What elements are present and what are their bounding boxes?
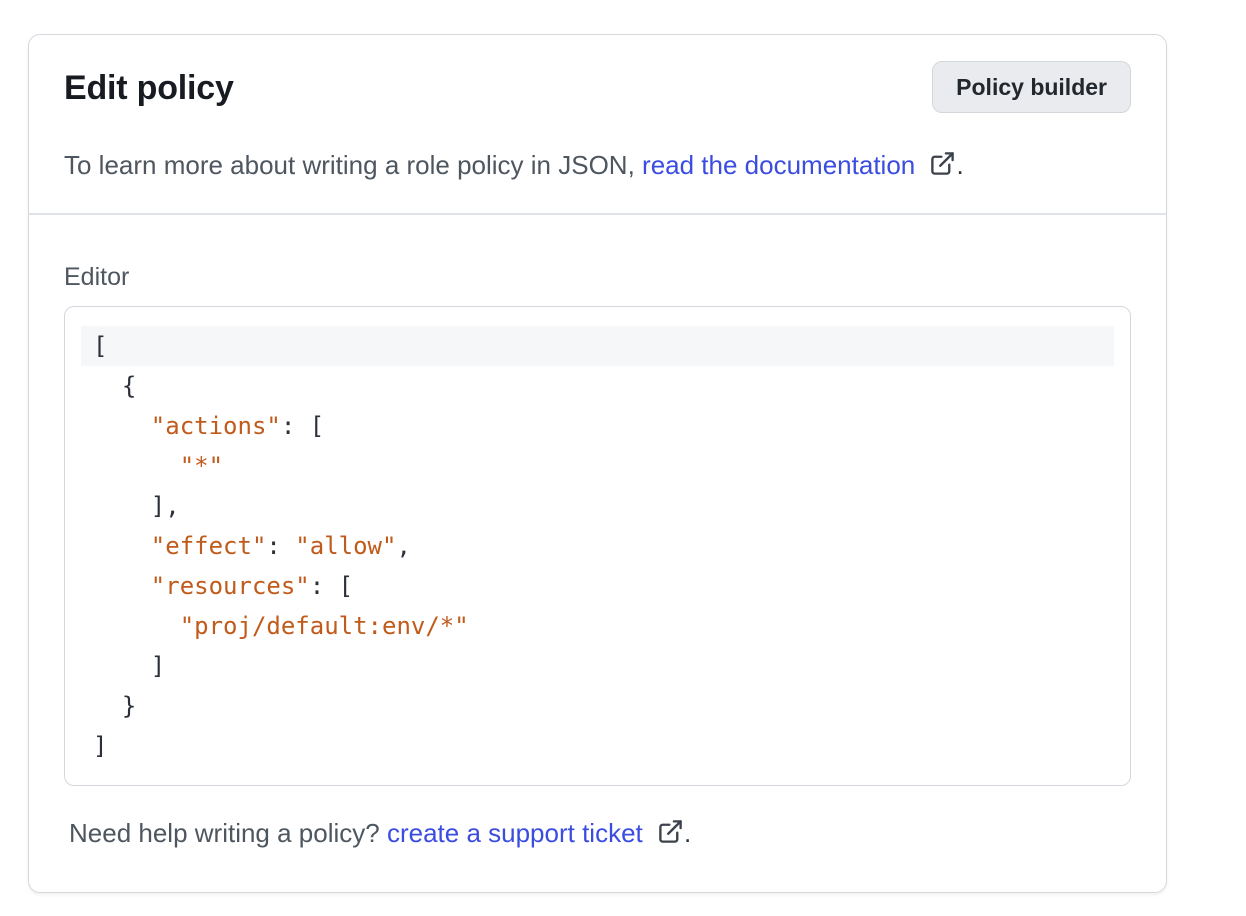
code-token-punct [93, 572, 151, 600]
subtitle-period: . [956, 150, 963, 180]
support-ticket-link[interactable]: create a support ticket [387, 818, 643, 848]
code-line: ], [81, 486, 1114, 526]
code-line: "actions": [ [81, 406, 1114, 446]
code-token-punct: ] [93, 732, 107, 760]
code-line: "*" [81, 446, 1114, 486]
code-line: { [81, 366, 1114, 406]
external-link-icon[interactable] [929, 150, 956, 177]
subtitle: To learn more about writing a role polic… [64, 150, 1131, 180]
code-token-string: "effect" [151, 532, 267, 560]
page-title: Edit policy [64, 69, 234, 107]
code-token-punct: , [396, 532, 410, 560]
code-token-punct: ] [93, 652, 165, 680]
code-token-string: "resources" [151, 572, 310, 600]
code-line: ] [81, 726, 1114, 766]
code-token-string: "actions" [151, 412, 281, 440]
code-token-punct [93, 612, 180, 640]
code-token-string: "*" [180, 452, 223, 480]
subtitle-text: To learn more about writing a role polic… [64, 150, 635, 180]
help-text-period: . [684, 818, 691, 848]
code-area[interactable]: [ { "actions": [ "*" ], "effect": "allow… [81, 326, 1114, 766]
card-body: Editor [ { "actions": [ "*" ], "effect":… [29, 215, 1166, 892]
card-header: Edit policy Policy builder To learn more… [29, 35, 1166, 213]
edit-policy-card: Edit policy Policy builder To learn more… [28, 34, 1167, 893]
json-policy-editor[interactable]: [ { "actions": [ "*" ], "effect": "allow… [64, 306, 1131, 786]
help-text: Need help writing a policy? create a sup… [64, 817, 1131, 849]
external-link-icon[interactable] [657, 818, 684, 845]
code-token-string: "proj/default:env/*" [180, 612, 469, 640]
code-line: } [81, 686, 1114, 726]
code-line: "effect": "allow", [81, 526, 1114, 566]
code-token-punct: } [93, 692, 136, 720]
code-line: "proj/default:env/*" [81, 606, 1114, 646]
code-token-punct: [ [93, 332, 107, 360]
code-token-punct [93, 412, 151, 440]
code-token-punct: : [ [281, 412, 324, 440]
code-line: ] [81, 646, 1114, 686]
code-token-string: "allow" [295, 532, 396, 560]
help-text-prefix: Need help writing a policy? [69, 818, 380, 848]
code-token-punct [93, 452, 180, 480]
editor-label: Editor [64, 262, 1131, 292]
policy-builder-button[interactable]: Policy builder [932, 61, 1131, 113]
code-line: "resources": [ [81, 566, 1114, 606]
code-token-punct: : [ [310, 572, 353, 600]
code-token-punct: { [93, 372, 136, 400]
code-token-punct: : [266, 532, 295, 560]
code-token-punct [93, 532, 151, 560]
documentation-link[interactable]: read the documentation [642, 150, 915, 180]
code-line: [ [81, 326, 1114, 366]
code-token-punct: ], [93, 492, 180, 520]
